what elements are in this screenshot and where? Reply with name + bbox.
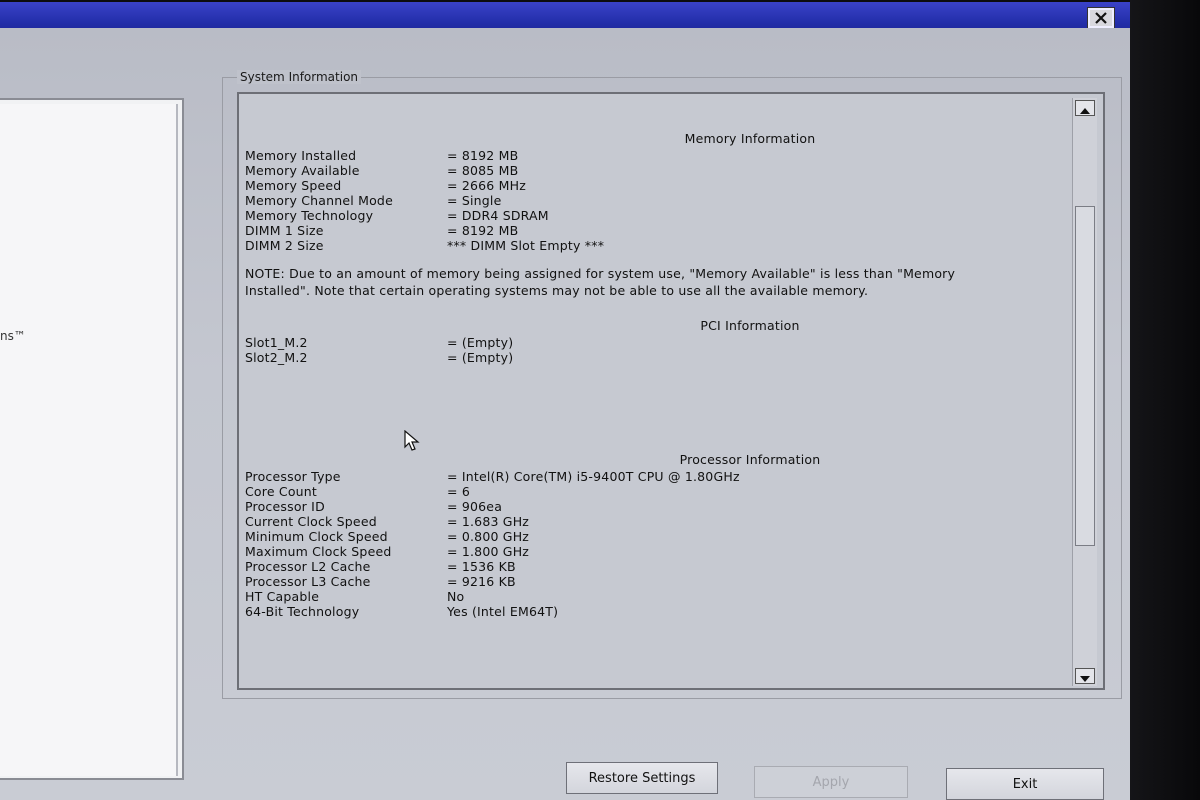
processor-info-value: = 906ea xyxy=(447,499,503,514)
memory-info-value: = Single xyxy=(447,193,502,208)
processor-info-label: Processor L2 Cache xyxy=(245,559,371,574)
pci-info-label: Slot2_M.2 xyxy=(245,350,308,365)
memory-info-row: Memory Channel Mode = Single xyxy=(245,193,1075,208)
memory-info-value: = 8085 MB xyxy=(447,163,519,178)
memory-info-row: Memory Installed = 8192 MB xyxy=(245,148,1075,163)
pci-info-row: Slot1_M.2 = (Empty) xyxy=(245,335,1075,350)
processor-info-value: = 1536 KB xyxy=(447,559,516,574)
processor-info-label: Current Clock Speed xyxy=(245,514,377,529)
pci-rows: Slot1_M.2 = (Empty) Slot2_M.2 = (Empty) xyxy=(245,335,1075,365)
memory-info-label: Memory Speed xyxy=(245,178,342,193)
settings-tree[interactable]: ns™ xyxy=(0,104,178,776)
arrow-down-icon xyxy=(1080,667,1090,686)
processor-info-row: Minimum Clock Speed = 0.800 GHz xyxy=(245,529,1075,544)
pci-info-value: = (Empty) xyxy=(447,335,514,350)
exit-button[interactable]: Exit xyxy=(946,768,1104,800)
processor-info-label: 64-Bit Technology xyxy=(245,604,360,619)
memory-info-label: Memory Technology xyxy=(245,208,374,223)
memory-rows: Memory Installed = 8192 MB Memory Availabl… xyxy=(245,148,1075,253)
memory-info-row: DIMM 1 Size = 8192 MB xyxy=(245,223,1075,238)
vertical-scrollbar[interactable] xyxy=(1072,98,1097,686)
mouse-pointer-icon xyxy=(404,430,420,451)
pci-info-label: Slot1_M.2 xyxy=(245,335,308,350)
processor-info-row: Processor L3 Cache = 9216 KB xyxy=(245,574,1075,589)
processor-info-row: 64-Bit Technology Yes (Intel EM64T) xyxy=(245,604,1075,619)
memory-info-label: Memory Available xyxy=(245,163,360,178)
processor-info-value: Yes (Intel EM64T) xyxy=(447,604,559,619)
processor-rows: Processor Type = Intel(R) Core(TM) i5-940… xyxy=(245,469,1075,619)
memory-info-label: DIMM 1 Size xyxy=(245,223,324,238)
nav-item-partial[interactable]: ns™ xyxy=(0,329,26,343)
processor-info-value: No xyxy=(447,589,465,604)
monitor-bezel xyxy=(1130,0,1200,800)
processor-info-label: HT Capable xyxy=(245,589,320,604)
memory-info-label: Memory Channel Mode xyxy=(245,193,393,208)
apply-button[interactable]: Apply xyxy=(754,766,908,798)
processor-info-value: = 9216 KB xyxy=(447,574,516,589)
settings-nav-panel[interactable]: ns™ xyxy=(0,98,184,780)
scrollbar-thumb[interactable] xyxy=(1075,206,1095,546)
group-title: System Information xyxy=(237,70,362,84)
restore-settings-button[interactable]: Restore Settings xyxy=(566,762,718,794)
processor-info-row: Processor ID = 906ea xyxy=(245,499,1075,514)
system-information-content: Memory Information Memory Installed = 819… xyxy=(245,130,1075,619)
processor-info-value: = 6 xyxy=(447,484,470,499)
processor-info-label: Processor L3 Cache xyxy=(245,574,371,589)
scroll-up-button[interactable] xyxy=(1075,100,1095,116)
processor-info-label: Processor ID xyxy=(245,499,325,514)
processor-info-row: Processor L2 Cache = 1536 KB xyxy=(245,559,1075,574)
processor-info-row: HT Capable No xyxy=(245,589,1075,604)
memory-info-row: Memory Technology = DDR4 SDRAM xyxy=(245,208,1075,223)
pci-section-title: PCI Information xyxy=(700,318,800,333)
processor-info-label: Core Count xyxy=(245,484,318,499)
processor-info-label: Processor Type xyxy=(245,469,341,484)
processor-info-value: = Intel(R) Core(TM) i5-9400T CPU @ 1.80G… xyxy=(447,469,740,484)
memory-info-row: Memory Available = 8085 MB xyxy=(245,163,1075,178)
memory-info-row: Memory Speed = 2666 MHz xyxy=(245,178,1075,193)
close-icon xyxy=(1094,9,1108,28)
pci-info-value: = (Empty) xyxy=(447,350,514,365)
processor-info-value: = 1.800 GHz xyxy=(447,544,530,559)
processor-info-row: Processor Type = Intel(R) Core(TM) i5-940… xyxy=(245,469,1075,484)
memory-info-value: = DDR4 SDRAM xyxy=(447,208,549,223)
memory-info-value: = 8192 MB xyxy=(447,148,519,163)
processor-info-label: Minimum Clock Speed xyxy=(245,529,388,544)
processor-info-label: Maximum Clock Speed xyxy=(245,544,392,559)
memory-info-label: Memory Installed xyxy=(245,148,357,163)
pci-info-row: Slot2_M.2 = (Empty) xyxy=(245,350,1075,365)
processor-info-value: = 1.683 GHz xyxy=(447,514,530,529)
arrow-up-icon xyxy=(1080,99,1090,118)
memory-info-value: *** DIMM Slot Empty *** xyxy=(447,238,605,253)
memory-section-title: Memory Information xyxy=(684,131,816,146)
processor-info-row: Maximum Clock Speed = 1.800 GHz xyxy=(245,544,1075,559)
bios-screen: ns™ System Information Memory Informatio… xyxy=(0,28,1130,800)
system-information-textbox[interactable]: Memory Information Memory Installed = 819… xyxy=(237,92,1105,690)
processor-info-row: Core Count = 6 xyxy=(245,484,1075,499)
close-button[interactable] xyxy=(1087,7,1115,29)
scroll-down-button[interactable] xyxy=(1075,668,1095,684)
memory-info-row: DIMM 2 Size *** DIMM Slot Empty *** xyxy=(245,238,1075,253)
processor-info-value: = 0.800 GHz xyxy=(447,529,530,544)
memory-info-value: = 2666 MHz xyxy=(447,178,526,193)
processor-info-row: Current Clock Speed = 1.683 GHz xyxy=(245,514,1075,529)
memory-note: NOTE: Due to an amount of memory being a… xyxy=(245,266,956,298)
processor-section-title: Processor Information xyxy=(679,452,821,467)
memory-info-label: DIMM 2 Size xyxy=(245,238,324,253)
memory-info-value: = 8192 MB xyxy=(447,223,519,238)
system-information-group: System Information Memory Information Me… xyxy=(222,70,1122,699)
